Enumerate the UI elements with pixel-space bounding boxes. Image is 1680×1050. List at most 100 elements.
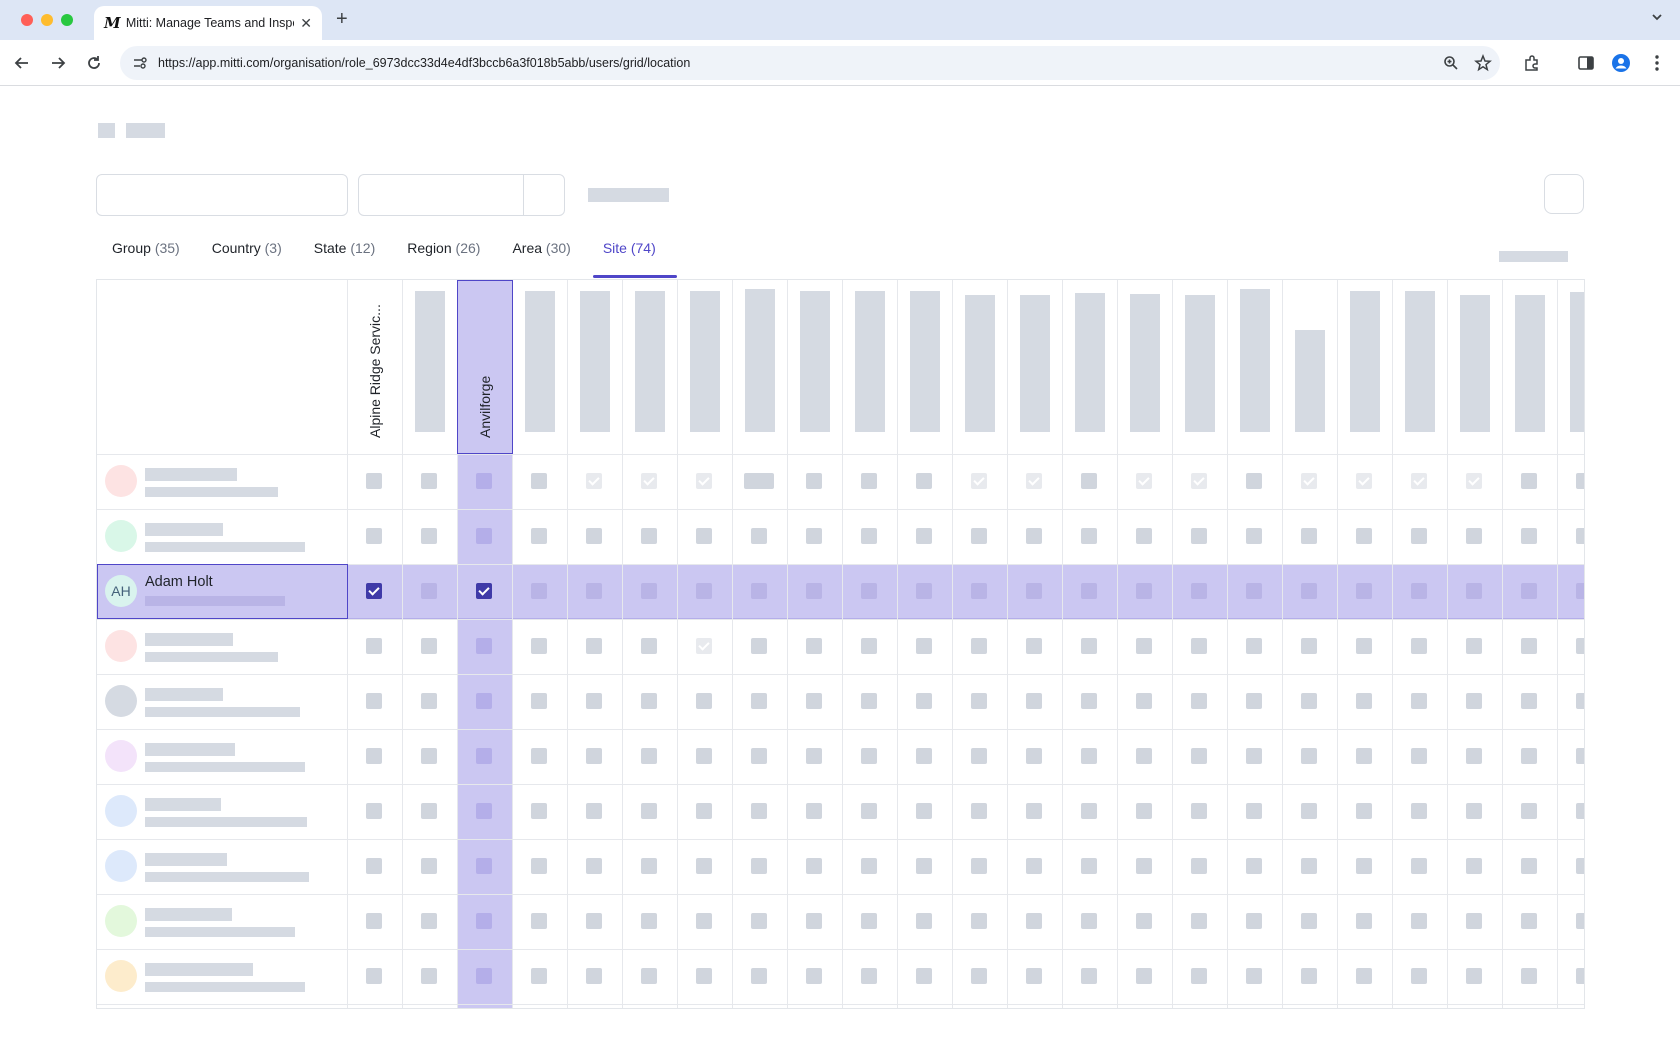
access-checkbox[interactable] [476, 968, 492, 984]
access-checkbox[interactable] [861, 913, 877, 929]
close-window-button[interactable] [21, 14, 33, 26]
access-checkbox[interactable] [1411, 968, 1427, 984]
access-checkbox[interactable] [641, 748, 657, 764]
access-checkbox-checked[interactable] [971, 473, 987, 489]
access-checkbox[interactable] [916, 693, 932, 709]
access-checkbox[interactable] [586, 583, 602, 599]
access-checkbox[interactable] [971, 748, 987, 764]
access-checkbox[interactable] [806, 913, 822, 929]
access-checkbox[interactable] [421, 803, 437, 819]
column-header-placeholder[interactable] [910, 291, 940, 432]
access-checkbox[interactable] [1191, 803, 1207, 819]
access-checkbox[interactable] [366, 748, 382, 764]
access-checkbox[interactable] [1026, 913, 1042, 929]
access-checkbox[interactable] [971, 913, 987, 929]
access-checkbox[interactable] [696, 803, 712, 819]
access-checkbox[interactable] [1136, 693, 1152, 709]
access-checkbox[interactable] [1191, 858, 1207, 874]
access-checkbox[interactable] [641, 528, 657, 544]
access-checkbox[interactable] [751, 858, 767, 874]
minimize-window-button[interactable] [41, 14, 53, 26]
access-checkbox[interactable] [476, 528, 492, 544]
access-checkbox[interactable] [476, 913, 492, 929]
extensions-puzzle-icon[interactable] [1520, 51, 1544, 75]
zoom-icon[interactable] [1440, 52, 1462, 74]
access-checkbox[interactable] [971, 528, 987, 544]
access-checkbox[interactable] [1191, 528, 1207, 544]
access-checkbox[interactable] [861, 803, 877, 819]
access-checkbox[interactable] [1136, 638, 1152, 654]
access-checkbox[interactable] [531, 528, 547, 544]
access-checkbox[interactable] [586, 528, 602, 544]
access-checkbox[interactable] [586, 803, 602, 819]
access-checkbox[interactable] [1411, 748, 1427, 764]
access-checkbox-checked[interactable] [696, 638, 712, 654]
user-name[interactable]: Adam Holt [145, 574, 213, 590]
access-checkbox[interactable] [1576, 693, 1584, 709]
access-checkbox[interactable] [641, 583, 657, 599]
access-checkbox[interactable] [916, 968, 932, 984]
access-checkbox[interactable] [751, 748, 767, 764]
access-checkbox[interactable] [1081, 473, 1097, 489]
access-checkbox-checked[interactable] [1356, 473, 1372, 489]
access-checkbox[interactable] [1521, 858, 1537, 874]
access-checkbox[interactable] [1466, 583, 1482, 599]
column-header-placeholder[interactable] [1405, 291, 1435, 432]
access-checkbox[interactable] [1411, 803, 1427, 819]
column-header-placeholder[interactable] [1460, 295, 1490, 432]
access-checkbox[interactable] [806, 638, 822, 654]
access-checkbox[interactable] [744, 473, 774, 489]
access-checkbox[interactable] [476, 693, 492, 709]
access-checkbox-checked[interactable] [586, 473, 602, 489]
access-checkbox[interactable] [1136, 858, 1152, 874]
access-checkbox[interactable] [1026, 638, 1042, 654]
access-checkbox[interactable] [1136, 748, 1152, 764]
access-checkbox[interactable] [1466, 693, 1482, 709]
access-checkbox[interactable] [1301, 693, 1317, 709]
tab-country[interactable]: Country (3) [196, 240, 298, 266]
access-checkbox[interactable] [1521, 693, 1537, 709]
access-checkbox[interactable] [1081, 913, 1097, 929]
access-checkbox[interactable] [1521, 473, 1537, 489]
access-checkbox-checked[interactable] [696, 473, 712, 489]
column-header-placeholder[interactable] [635, 291, 665, 432]
access-checkbox[interactable] [1576, 968, 1584, 984]
access-checkbox[interactable] [971, 968, 987, 984]
access-checkbox[interactable] [1026, 583, 1042, 599]
access-checkbox[interactable] [366, 803, 382, 819]
access-checkbox[interactable] [1466, 638, 1482, 654]
access-checkbox-checked[interactable] [1026, 473, 1042, 489]
access-checkbox[interactable] [806, 803, 822, 819]
access-checkbox[interactable] [1521, 528, 1537, 544]
access-checkbox[interactable] [861, 858, 877, 874]
access-checkbox[interactable] [531, 913, 547, 929]
access-checkbox[interactable] [1026, 858, 1042, 874]
access-checkbox[interactable] [586, 913, 602, 929]
column-header-placeholder[interactable] [415, 291, 445, 432]
column-header-placeholder[interactable] [965, 295, 995, 432]
column-header-anvilforge[interactable]: Anvilforge [477, 376, 493, 438]
access-checkbox[interactable] [1136, 583, 1152, 599]
access-checkbox[interactable] [421, 968, 437, 984]
access-checkbox[interactable] [366, 858, 382, 874]
access-checkbox[interactable] [751, 583, 767, 599]
access-checkbox[interactable] [366, 913, 382, 929]
access-checkbox[interactable] [971, 693, 987, 709]
access-checkbox[interactable] [1521, 583, 1537, 599]
access-checkbox[interactable] [806, 583, 822, 599]
access-checkbox[interactable] [1081, 968, 1097, 984]
access-checkbox[interactable] [1081, 528, 1097, 544]
access-checkbox[interactable] [971, 583, 987, 599]
access-checkbox[interactable] [476, 473, 492, 489]
access-checkbox[interactable] [971, 803, 987, 819]
access-checkbox[interactable] [1521, 803, 1537, 819]
access-checkbox[interactable] [1136, 968, 1152, 984]
access-checkbox[interactable] [806, 858, 822, 874]
access-checkbox[interactable] [1521, 638, 1537, 654]
access-checkbox[interactable] [1466, 858, 1482, 874]
access-checkbox[interactable] [1576, 748, 1584, 764]
access-checkbox[interactable] [1356, 968, 1372, 984]
access-checkbox[interactable] [696, 583, 712, 599]
access-checkbox[interactable] [916, 473, 932, 489]
access-checkbox[interactable] [696, 748, 712, 764]
